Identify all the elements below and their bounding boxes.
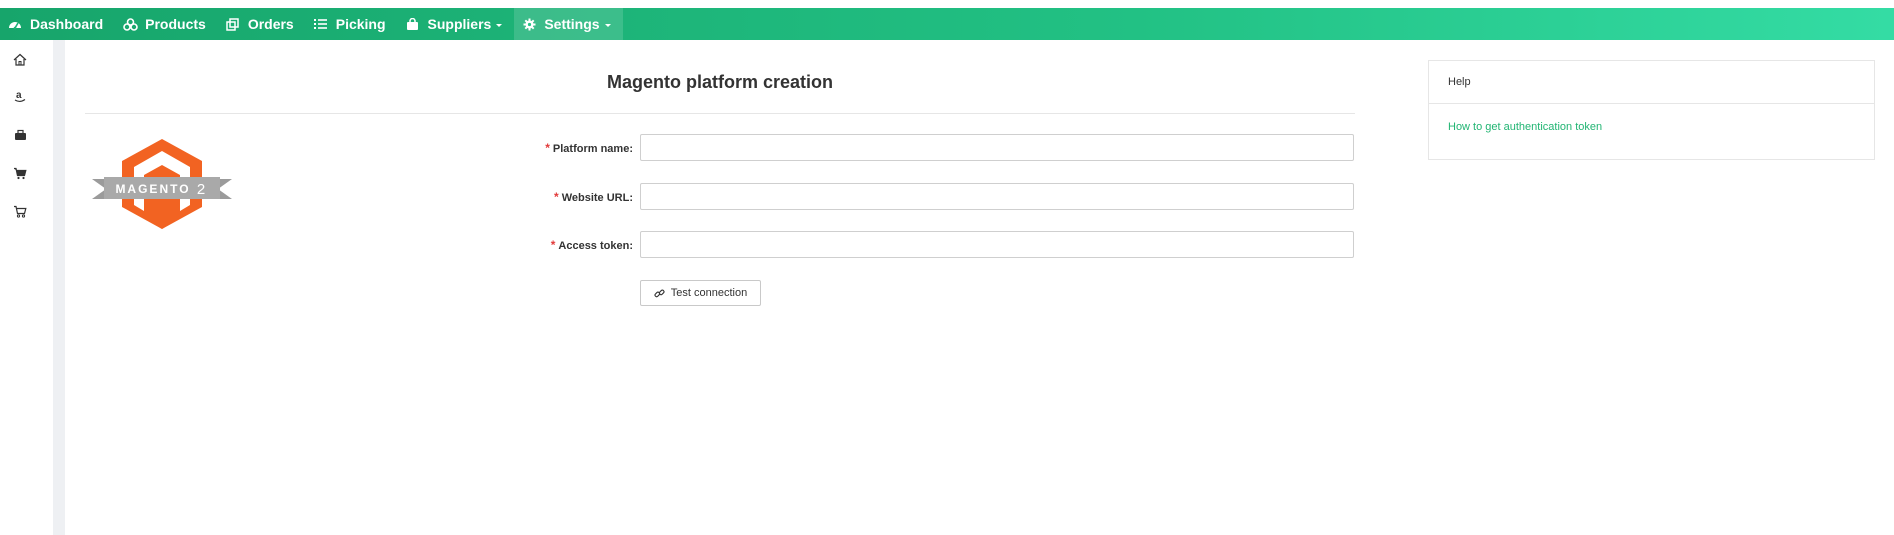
- platform-name-input[interactable]: [640, 134, 1354, 161]
- top-navbar: Dashboard Products Orders Picking Suppli…: [0, 8, 1894, 40]
- access-token-input[interactable]: [640, 231, 1354, 258]
- copy-documents-icon: [225, 16, 241, 32]
- required-asterisk: *: [554, 190, 559, 204]
- nav-products[interactable]: Products: [115, 8, 218, 40]
- nav-dashboard-label: Dashboard: [30, 16, 104, 32]
- nav-suppliers[interactable]: Suppliers: [398, 8, 515, 40]
- nav-products-label: Products: [145, 16, 206, 32]
- shopping-bag-icon: [405, 16, 421, 32]
- page-title: Magento platform creation: [606, 72, 834, 92]
- nav-settings-label: Settings: [544, 16, 600, 32]
- list-icon: [313, 16, 329, 32]
- title-divider: [85, 113, 1355, 114]
- access-token-label: * Access token:: [550, 238, 633, 252]
- nav-suppliers-label: Suppliers: [427, 16, 492, 32]
- nav-picking[interactable]: Picking: [306, 8, 398, 40]
- nav-orders-label: Orders: [247, 16, 294, 32]
- svg-text:a: a: [16, 90, 22, 101]
- magento-logo: MAGENTO 2: [92, 137, 232, 231]
- chevron-down-icon: [604, 23, 611, 27]
- help-panel: Help How to get authentication token: [1428, 60, 1875, 160]
- gear-icon: [521, 16, 537, 32]
- magento-logo-text: MAGENTO: [115, 182, 190, 196]
- required-asterisk: *: [545, 141, 550, 155]
- chevron-down-icon: [496, 23, 503, 27]
- dashboard-gauge-icon: [7, 16, 23, 32]
- nav-settings[interactable]: Settings: [514, 8, 623, 40]
- website-url-label: * Website URL:: [554, 190, 633, 204]
- nav-picking-label: Picking: [335, 16, 386, 32]
- website-url-input[interactable]: [640, 183, 1354, 210]
- nav-dashboard[interactable]: Dashboard: [0, 8, 115, 40]
- sidebar-divider: [53, 40, 65, 535]
- amazon-icon[interactable]: a: [11, 87, 29, 105]
- platform-name-label: * Platform name:: [545, 141, 633, 155]
- cart-full-icon[interactable]: [11, 164, 29, 182]
- test-connection-label: Test connection: [670, 287, 748, 299]
- test-connection-button[interactable]: Test connection: [640, 280, 761, 306]
- link-icon: [654, 288, 665, 299]
- cubes-icon: [122, 16, 138, 32]
- cart-outline-icon[interactable]: [11, 202, 29, 220]
- left-sidebar: a: [0, 40, 53, 535]
- home-icon[interactable]: [11, 50, 29, 68]
- auth-token-help-link[interactable]: How to get authentication token: [1429, 104, 1874, 133]
- required-asterisk: *: [550, 238, 556, 252]
- nav-orders[interactable]: Orders: [218, 8, 306, 40]
- briefcase-icon[interactable]: [11, 126, 29, 144]
- magento-logo-version: 2: [197, 181, 205, 198]
- help-title: Help: [1429, 61, 1874, 104]
